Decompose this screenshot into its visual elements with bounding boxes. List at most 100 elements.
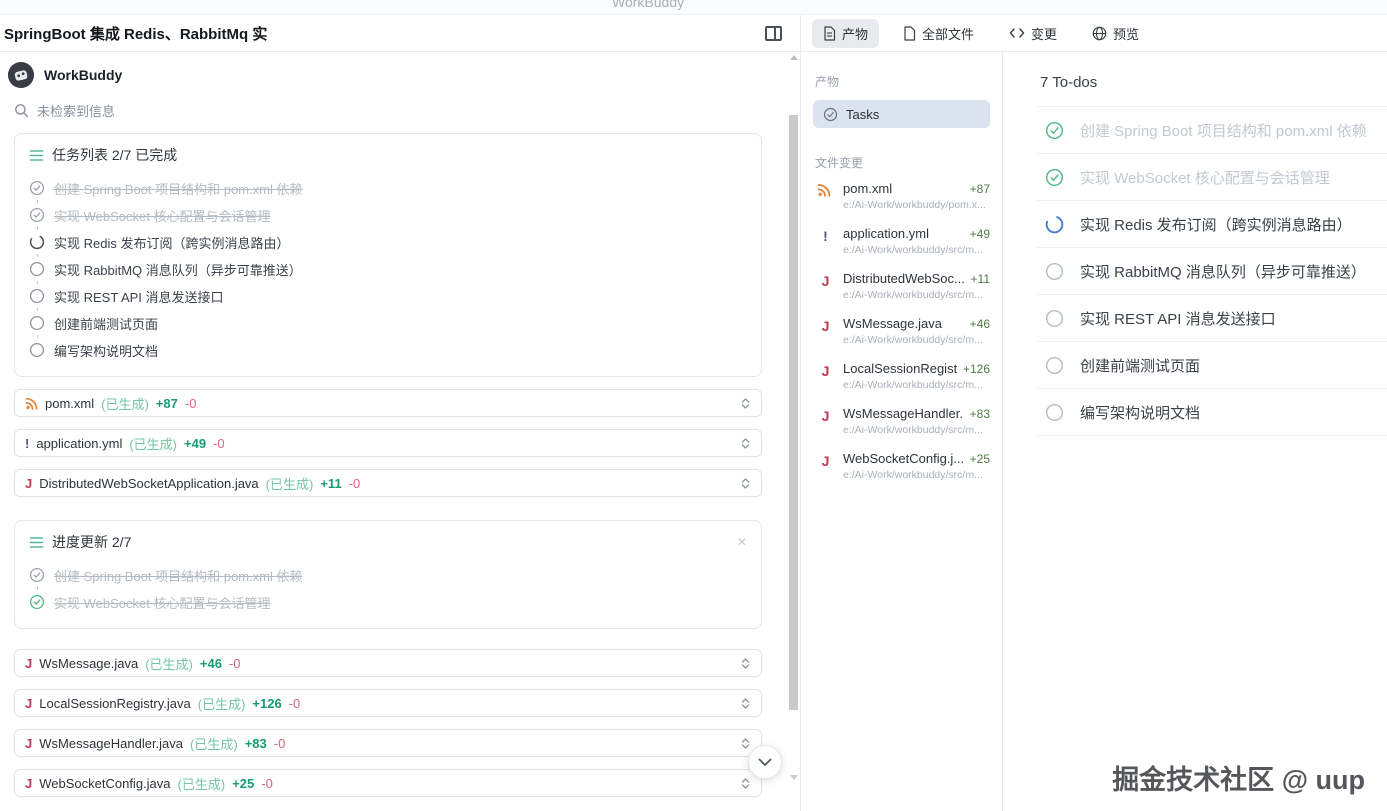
file-row[interactable]: pom.xml (已生成) +87 -0 <box>14 389 762 417</box>
generated-badge: (已生成) <box>198 694 246 713</box>
scrollbar-thumb[interactable] <box>789 115 798 710</box>
chevrons-up-down-icon[interactable] <box>740 397 751 410</box>
file-name: pom.xml <box>45 396 94 411</box>
close-icon[interactable]: ✕ <box>737 535 747 549</box>
lines-removed: -0 <box>261 776 273 791</box>
chevrons-up-down-icon[interactable] <box>740 657 751 670</box>
artifact-item-tasks[interactable]: Tasks <box>813 100 990 128</box>
circle-icon <box>29 288 45 304</box>
lines-added: +25 <box>232 776 254 791</box>
chevrons-up-down-icon[interactable] <box>740 477 751 490</box>
change-file-path: e:/Ai-Work/workbuddy/src/m... <box>843 289 990 301</box>
document-icon <box>823 26 836 41</box>
lines-removed: -0 <box>229 656 241 671</box>
file-row[interactable]: ! application.yml (已生成) +49 -0 <box>14 429 762 457</box>
generated-badge: (已生成) <box>178 774 226 793</box>
task-label: 创建 Spring Boot 项目结构和 pom.xml 依赖 <box>54 566 303 585</box>
spinner-icon[interactable] <box>1045 215 1064 234</box>
yaml-file-icon: ! <box>25 436 29 451</box>
search-status-row: 未检索到信息 <box>0 88 784 120</box>
change-item[interactable]: J LocalSessionRegist...+126 e:/Ai-Work/w… <box>817 361 990 391</box>
assistant-row: WorkBuddy <box>0 53 784 88</box>
change-file-path: e:/Ai-Work/workbuddy/src/m... <box>843 379 990 391</box>
change-lines-added: +11 <box>971 272 990 286</box>
assistant-name: WorkBuddy <box>44 67 122 83</box>
java-file-icon: J <box>25 696 32 711</box>
change-item[interactable]: J WebSocketConfig.j...+25 e:/Ai-Work/wor… <box>817 451 990 481</box>
todo-row[interactable]: 实现 RabbitMQ 消息队列（异步可靠推送） <box>1037 248 1387 295</box>
spinner-icon <box>29 234 45 250</box>
rss-xml-icon <box>25 397 38 410</box>
change-item[interactable]: J WsMessage.java+46 e:/Ai-Work/workbuddy… <box>817 316 990 346</box>
file-row[interactable]: J WsMessageHandler.java (已生成) +83 -0 <box>14 729 762 757</box>
lines-removed: -0 <box>213 436 225 451</box>
change-item[interactable]: J WsMessageHandler...+83 e:/Ai-Work/work… <box>817 406 990 436</box>
todo-label: 实现 Redis 发布订阅（跨实例消息路由） <box>1080 214 1352 235</box>
task-label: 实现 REST API 消息发送接口 <box>54 287 224 306</box>
tab-label: 变更 <box>1031 24 1057 43</box>
file-name: LocalSessionRegistry.java <box>39 696 191 711</box>
file-name: DistributedWebSocketApplication.java <box>39 476 258 491</box>
lines-removed: -0 <box>289 696 301 711</box>
file-changes-label: 文件变更 <box>815 154 990 171</box>
chat-scrollbar[interactable] <box>786 15 800 811</box>
todo-row[interactable]: 实现 Redis 发布订阅（跨实例消息路由） <box>1037 201 1387 248</box>
todo-row[interactable]: 实现 REST API 消息发送接口 <box>1037 295 1387 342</box>
chevrons-up-down-icon[interactable] <box>740 737 751 750</box>
chat-panel: SpringBoot 集成 Redis、RabbitMq 实 WorkBuddy <box>0 15 801 811</box>
task-label: 实现 RabbitMQ 消息队列（异步可靠推送） <box>54 260 302 279</box>
check-circle-icon[interactable] <box>1045 121 1064 140</box>
todo-label: 实现 REST API 消息发送接口 <box>1080 308 1276 329</box>
lines-added: +83 <box>245 736 267 751</box>
file-row[interactable]: J LocalSessionRegistry.java (已生成) +126 -… <box>14 689 762 717</box>
todo-row[interactable]: 创建前端测试页面 <box>1037 342 1387 389</box>
change-file-name: WsMessage.java <box>843 316 964 331</box>
todo-row[interactable]: 实现 WebSocket 核心配置与会话管理 <box>1037 154 1387 201</box>
change-item[interactable]: pom.xml+87 e:/Ai-Work/workbuddy/pom.x... <box>817 181 990 211</box>
change-file-path: e:/Ai-Work/workbuddy/src/m... <box>843 469 990 481</box>
todo-row[interactable]: 编写架构说明文档 <box>1037 389 1387 436</box>
panel-toggle-icon[interactable] <box>765 26 782 41</box>
todos-heading: 7 To-dos <box>1004 52 1387 106</box>
change-file-name: WsMessageHandler... <box>843 406 964 421</box>
tab-bar: 产物 全部文件 变更 预览 <box>801 15 1387 52</box>
circle-icon[interactable] <box>1045 403 1064 422</box>
java-file-icon: J <box>817 361 834 391</box>
check-circle-icon[interactable] <box>1045 168 1064 187</box>
chevrons-up-down-icon[interactable] <box>740 697 751 710</box>
check-circle-icon <box>29 207 45 223</box>
change-lines-added: +25 <box>970 452 990 466</box>
circle-icon[interactable] <box>1045 262 1064 281</box>
todo-row[interactable]: 创建 Spring Boot 项目结构和 pom.xml 依赖 <box>1037 107 1387 154</box>
chat-scroll-area[interactable]: WorkBuddy 未检索到信息 任务列表 2/7 已完成 <box>0 53 784 811</box>
scrollbar-up-arrow[interactable] <box>790 55 798 60</box>
circle-icon[interactable] <box>1045 309 1064 328</box>
tab-preview[interactable]: 预览 <box>1081 19 1150 48</box>
file-row[interactable]: J WebSocketConfig.java (已生成) +25 -0 <box>14 769 762 797</box>
java-file-icon: J <box>817 451 834 481</box>
scroll-to-bottom-button[interactable] <box>748 745 782 779</box>
list-icon <box>29 149 44 162</box>
change-lines-added: +83 <box>970 407 990 421</box>
chevrons-up-down-icon[interactable] <box>740 777 751 790</box>
file-row[interactable]: J WsMessage.java (已生成) +46 -0 <box>14 649 762 677</box>
tab-artifacts[interactable]: 产物 <box>812 19 879 48</box>
file-name: WsMessageHandler.java <box>39 736 183 751</box>
change-file-name: application.yml <box>843 226 964 241</box>
check-circle-icon <box>29 180 45 196</box>
change-item[interactable]: ! application.yml+49 e:/Ai-Work/workbudd… <box>817 226 990 256</box>
workbuddy-avatar <box>8 62 34 88</box>
lines-removed: -0 <box>274 736 286 751</box>
progress-card-title: 进度更新 2/7 <box>52 532 131 552</box>
circle-icon <box>29 315 45 331</box>
lines-removed: -0 <box>185 396 197 411</box>
circle-icon[interactable] <box>1045 356 1064 375</box>
scrollbar-down-arrow[interactable] <box>790 775 798 780</box>
chevrons-up-down-icon[interactable] <box>740 437 751 450</box>
tab-changes[interactable]: 变更 <box>998 19 1068 48</box>
change-item[interactable]: J DistributedWebSoc...+11 e:/Ai-Work/wor… <box>817 271 990 301</box>
file-row[interactable]: J DistributedWebSocketApplication.java (… <box>14 469 762 497</box>
task-item: 实现 REST API 消息发送接口 <box>29 285 747 307</box>
tab-all-files[interactable]: 全部文件 <box>892 19 985 48</box>
check-circle-icon <box>29 594 45 610</box>
